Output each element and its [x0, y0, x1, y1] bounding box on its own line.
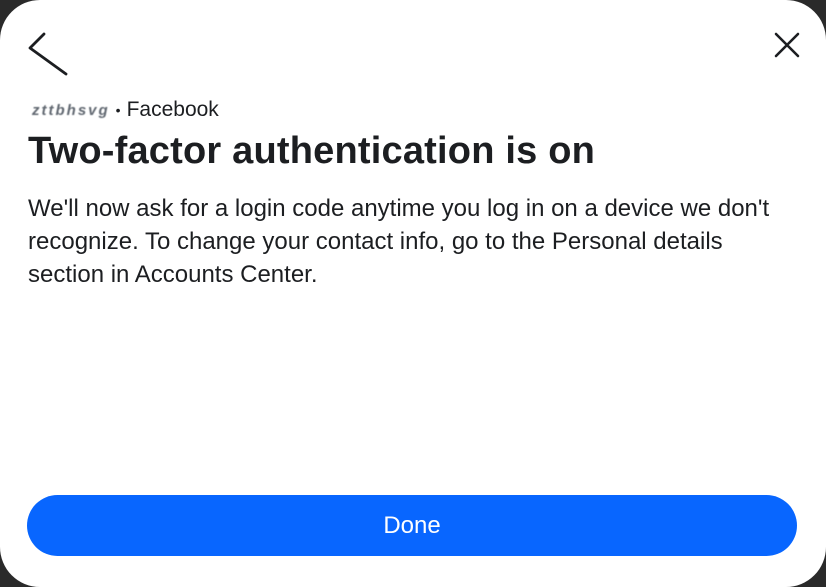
done-button[interactable]: Done: [27, 495, 797, 556]
close-icon: [774, 32, 800, 58]
dialog-description: We'll now ask for a login code anytime y…: [28, 195, 770, 288]
platform-name: Facebook: [126, 98, 219, 121]
two-factor-dialog: zttbhsvg • Facebook Two-factor authentic…: [0, 0, 826, 587]
close-button[interactable]: [768, 26, 806, 64]
account-line: zttbhsvg • Facebook: [32, 96, 219, 124]
dialog-title: Two-factor authentication is on: [28, 130, 596, 172]
separator: •: [115, 102, 121, 118]
chevron-left-icon: [28, 32, 68, 76]
account-name: zttbhsvg: [32, 101, 110, 119]
back-button[interactable]: [24, 28, 72, 76]
